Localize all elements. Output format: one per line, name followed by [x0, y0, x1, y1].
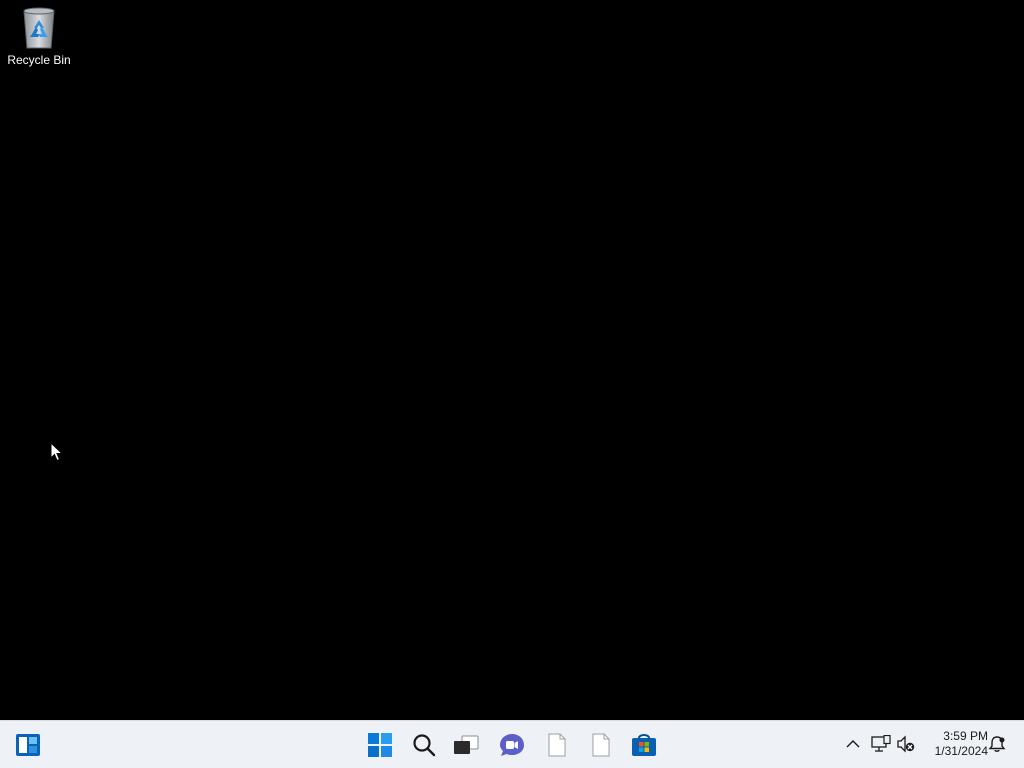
search-icon [413, 734, 436, 757]
recycle-bin-label: Recycle Bin [7, 53, 71, 67]
microsoft-store-icon [632, 734, 656, 756]
store-button[interactable] [625, 726, 663, 764]
widgets-icon [16, 734, 40, 756]
windows-start-icon [368, 733, 392, 757]
blank-file-icon [592, 733, 610, 757]
volume-button[interactable] [895, 733, 917, 755]
notifications-button[interactable] [986, 733, 1008, 755]
teams-chat-icon [500, 734, 524, 756]
notification-bell-icon [988, 736, 1006, 752]
network-button[interactable] [870, 733, 892, 755]
chevron-up-icon [846, 740, 860, 748]
clock-time: 3:59 PM [943, 729, 988, 743]
desktop[interactable]: Recycle Bin [0, 0, 1024, 720]
task-view-button[interactable] [447, 726, 485, 764]
recycle-bin-icon [23, 7, 55, 49]
show-hidden-icons-button[interactable] [842, 733, 864, 755]
search-button[interactable] [405, 726, 443, 764]
speaker-muted-icon [897, 735, 915, 753]
chat-button[interactable] [493, 726, 531, 764]
clock[interactable]: 3:59 PM 1/31/2024 [918, 729, 988, 759]
file-1-button[interactable] [538, 726, 576, 764]
blank-file-icon [548, 733, 566, 757]
start-button[interactable] [361, 726, 399, 764]
taskbar: 3:59 PM 1/31/2024 [0, 720, 1024, 768]
widgets-button[interactable] [9, 726, 47, 764]
task-view-icon [454, 735, 479, 754]
network-disconnected-icon [871, 735, 891, 752]
file-2-button[interactable] [582, 726, 620, 764]
recycle-bin-shortcut[interactable]: Recycle Bin [4, 6, 74, 76]
mouse-pointer-icon [50, 442, 64, 462]
clock-date: 1/31/2024 [934, 744, 988, 758]
